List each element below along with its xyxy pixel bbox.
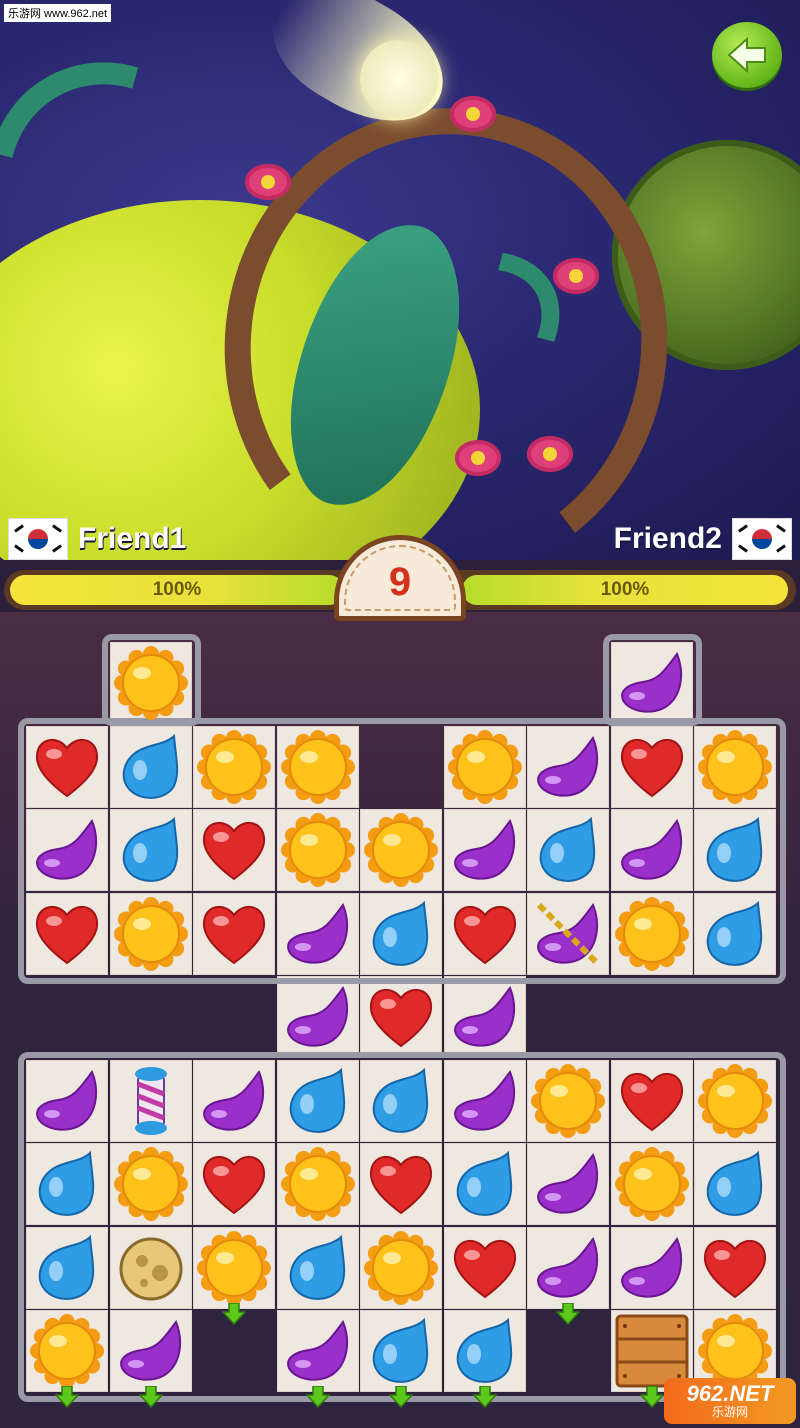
cheese-moon[interactable] bbox=[110, 1227, 192, 1309]
sun-gem[interactable] bbox=[193, 726, 275, 808]
blue-gem[interactable] bbox=[694, 809, 776, 891]
comet bbox=[360, 40, 438, 118]
sun-gem[interactable] bbox=[444, 726, 526, 808]
right-health-label: 100% bbox=[600, 579, 650, 600]
sun-gem[interactable] bbox=[110, 1143, 192, 1225]
blue-gem[interactable] bbox=[110, 726, 192, 808]
red-gem[interactable] bbox=[611, 726, 693, 808]
red-gem[interactable] bbox=[193, 809, 275, 891]
blue-gem[interactable] bbox=[277, 1060, 359, 1142]
purple-gem[interactable] bbox=[527, 1143, 609, 1225]
left-health-label: 100% bbox=[152, 579, 202, 600]
sun-gem[interactable] bbox=[611, 1143, 693, 1225]
purple-gem[interactable] bbox=[193, 1060, 275, 1142]
sun-gem[interactable] bbox=[611, 893, 693, 975]
drop-arrow-icon bbox=[638, 1385, 665, 1409]
player-right-name: Friend2 bbox=[613, 522, 722, 555]
drop-arrow-icon bbox=[471, 1385, 498, 1409]
red-gem[interactable] bbox=[26, 726, 108, 808]
sun-gem[interactable] bbox=[110, 893, 192, 975]
sun-gem[interactable] bbox=[360, 809, 442, 891]
pink-flower bbox=[527, 436, 573, 472]
drop-arrow-icon bbox=[221, 1301, 247, 1325]
turn-counter-value: 9 bbox=[388, 559, 412, 604]
drop-arrow-icon bbox=[304, 1385, 331, 1409]
red-gem[interactable] bbox=[694, 1227, 776, 1309]
site-logo-sub: 乐游网 bbox=[711, 1405, 748, 1419]
purple-gem[interactable] bbox=[611, 642, 693, 724]
blue-gem[interactable] bbox=[444, 1143, 526, 1225]
background-scene bbox=[0, 0, 800, 560]
right-health-fill: 100% bbox=[462, 575, 788, 605]
site-watermark: 乐游网 www.962.net bbox=[4, 4, 112, 22]
red-gem[interactable] bbox=[611, 1060, 693, 1142]
purple-gem[interactable] bbox=[444, 1060, 526, 1142]
sun-gem[interactable] bbox=[360, 1227, 442, 1309]
site-logo-brand: 962.NET bbox=[686, 1381, 774, 1406]
red-gem[interactable] bbox=[444, 893, 526, 975]
site-logo: 962.NET 乐游网 bbox=[664, 1378, 796, 1424]
purple-gem[interactable] bbox=[277, 893, 359, 975]
korea-flag-icon bbox=[732, 518, 792, 560]
blue-gem[interactable] bbox=[360, 1060, 442, 1142]
drop-arrow-icon bbox=[555, 1301, 581, 1325]
sun-gem[interactable] bbox=[26, 1310, 108, 1392]
sun-gem[interactable] bbox=[694, 1060, 776, 1142]
red-gem[interactable] bbox=[26, 893, 108, 975]
purple-gem[interactable] bbox=[277, 1310, 359, 1392]
purple-gem[interactable] bbox=[277, 976, 359, 1058]
pink-flower bbox=[450, 96, 496, 132]
sun-gem[interactable] bbox=[277, 1143, 359, 1225]
sun-gem[interactable] bbox=[277, 809, 359, 891]
purple-gem[interactable] bbox=[26, 809, 108, 891]
purple-gem[interactable] bbox=[444, 809, 526, 891]
red-gem[interactable] bbox=[193, 1143, 275, 1225]
blue-gem[interactable] bbox=[110, 809, 192, 891]
red-gem[interactable] bbox=[360, 976, 442, 1058]
purple-gem[interactable] bbox=[611, 809, 693, 891]
pink-flower bbox=[455, 440, 501, 476]
blue-gem[interactable] bbox=[694, 1143, 776, 1225]
red-gem[interactable] bbox=[193, 893, 275, 975]
purple-gem[interactable] bbox=[444, 976, 526, 1058]
back-arrow-icon bbox=[727, 36, 766, 74]
sun-gem[interactable] bbox=[694, 726, 776, 808]
purple-gem[interactable] bbox=[527, 1227, 609, 1309]
purple-gem[interactable] bbox=[26, 1060, 108, 1142]
sun-gem[interactable] bbox=[110, 642, 192, 724]
sun-gem[interactable] bbox=[527, 1060, 609, 1142]
red-gem[interactable] bbox=[360, 1143, 442, 1225]
back-button[interactable] bbox=[712, 22, 782, 88]
blue-gem[interactable] bbox=[26, 1143, 108, 1225]
drop-arrow-icon bbox=[54, 1385, 80, 1409]
purple-gem[interactable] bbox=[110, 1310, 192, 1392]
player-right: Friend2 bbox=[614, 517, 792, 561]
left-health-fill: 100% bbox=[10, 575, 344, 605]
striped-bomb[interactable] bbox=[110, 1060, 192, 1142]
purple-gem[interactable] bbox=[527, 726, 609, 808]
blue-gem[interactable] bbox=[277, 1227, 359, 1309]
blue-gem[interactable] bbox=[360, 1310, 442, 1392]
player-left: Friend1 bbox=[8, 517, 186, 561]
pink-flower bbox=[245, 164, 291, 200]
red-gem[interactable] bbox=[444, 1227, 526, 1309]
pink-flower bbox=[553, 258, 599, 294]
blue-gem[interactable] bbox=[694, 893, 776, 975]
sun-gem[interactable] bbox=[277, 726, 359, 808]
player-left-name: Friend1 bbox=[78, 522, 187, 555]
drop-arrow-icon bbox=[388, 1385, 414, 1409]
blue-gem[interactable] bbox=[444, 1310, 526, 1392]
blue-gem[interactable] bbox=[26, 1227, 108, 1309]
sun-gem[interactable] bbox=[193, 1227, 275, 1309]
chained-purple-gem[interactable] bbox=[527, 893, 609, 975]
blue-gem[interactable] bbox=[360, 893, 442, 975]
drop-arrow-icon bbox=[137, 1385, 164, 1409]
purple-gem[interactable] bbox=[611, 1227, 693, 1309]
korea-flag-icon bbox=[8, 518, 68, 560]
blue-gem[interactable] bbox=[527, 809, 609, 891]
